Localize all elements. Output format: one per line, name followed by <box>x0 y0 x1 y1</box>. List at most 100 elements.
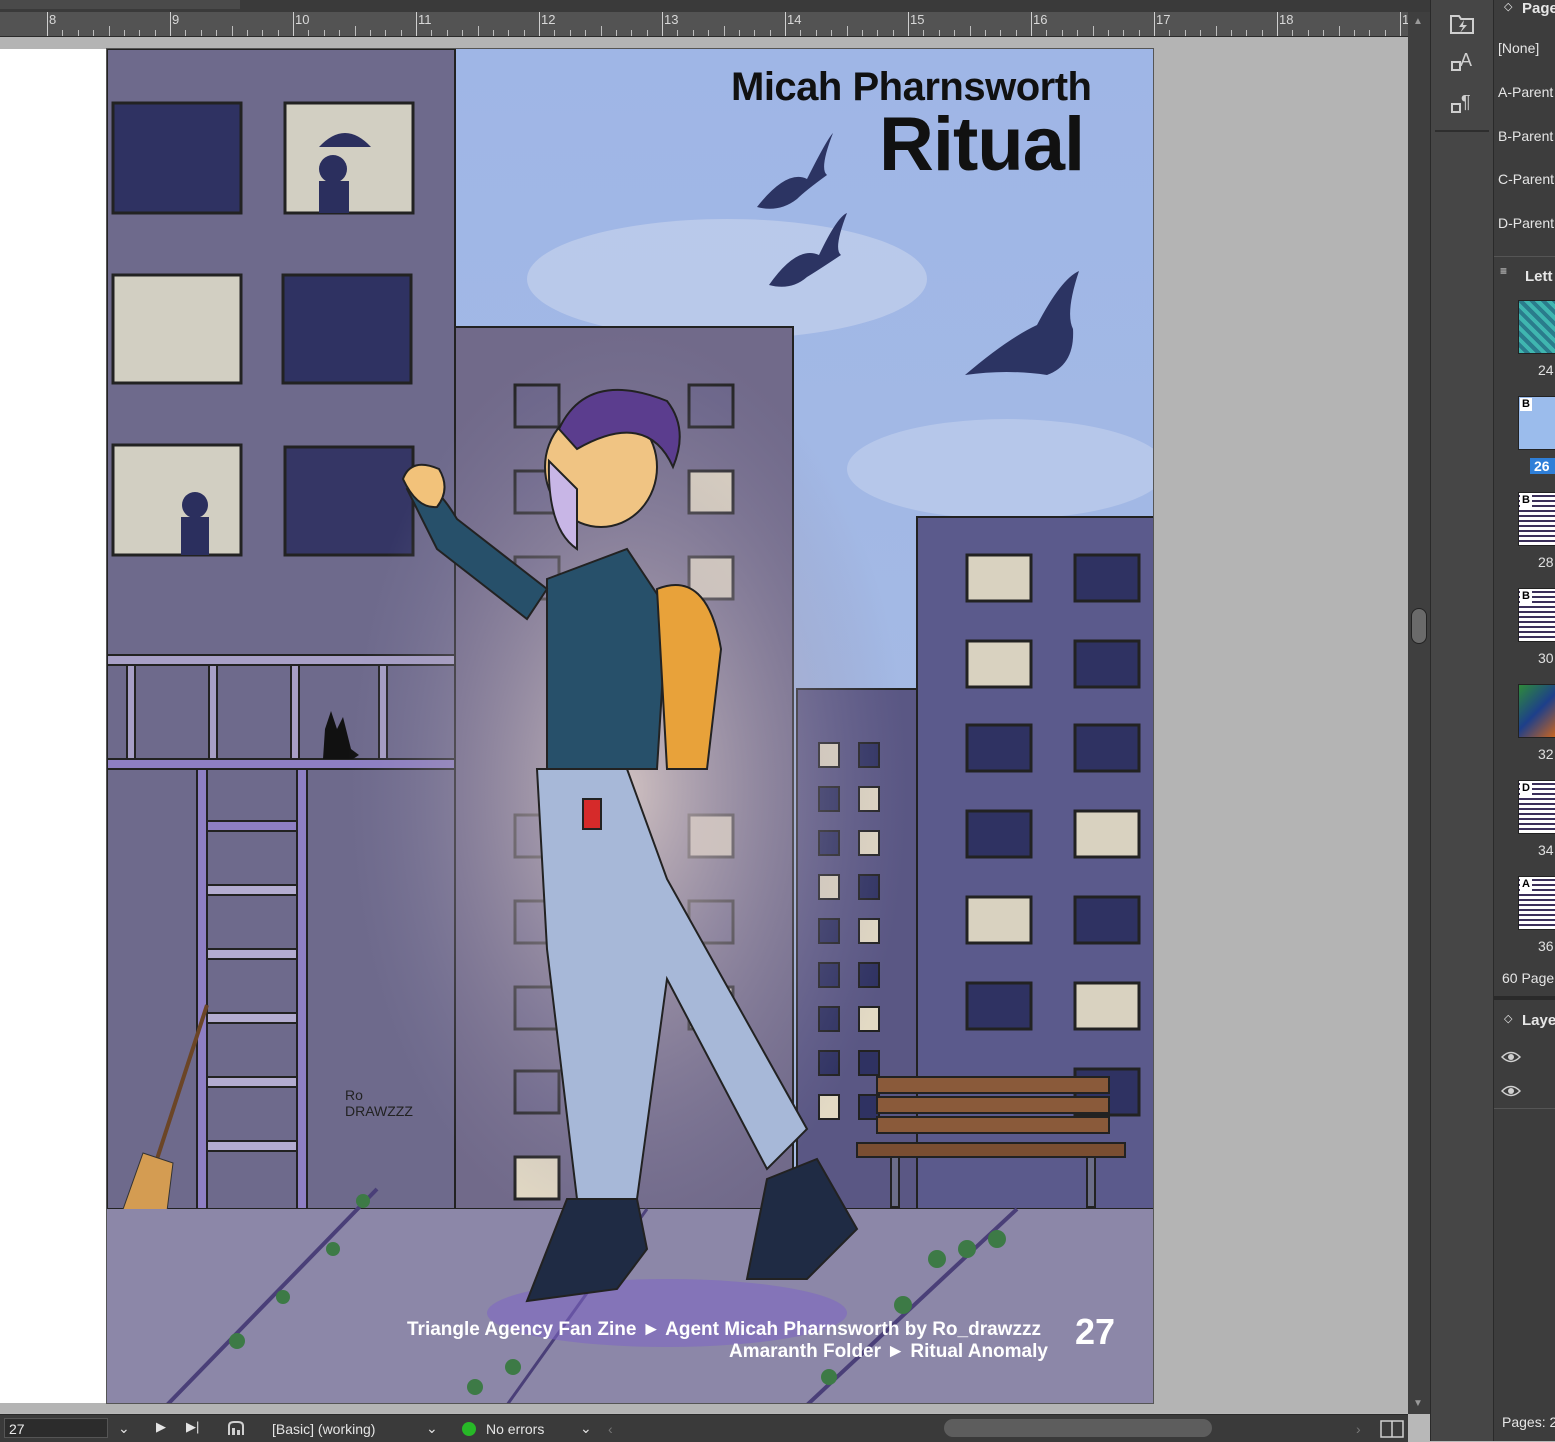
page-thumbnail[interactable]: B <box>1518 492 1555 546</box>
document-tab[interactable] <box>0 0 240 9</box>
ruler-major-tick <box>293 12 294 36</box>
ruler-minor-tick <box>738 30 740 36</box>
ruler-minor-tick <box>769 30 771 36</box>
scroll-down-icon[interactable]: ▼ <box>1413 1398 1423 1409</box>
parent-d[interactable]: D-Parent <box>1498 215 1554 231</box>
scroll-up-icon[interactable]: ▲ <box>1413 16 1423 27</box>
ruler-minor-tick <box>831 30 833 36</box>
ruler-minor-tick <box>554 30 556 36</box>
ruler-major-tick <box>785 12 786 36</box>
parent-a[interactable]: A-Parent <box>1498 84 1553 100</box>
preflight-status[interactable]: No errors <box>486 1421 544 1437</box>
pages-panel-title[interactable]: Page <box>1522 0 1555 17</box>
ruler-minor-tick <box>615 30 617 36</box>
ruler-minor-tick <box>246 30 248 36</box>
ruler-minor-tick <box>1107 30 1109 36</box>
ruler-minor-tick <box>123 30 125 36</box>
last-page-icon[interactable]: ▶| <box>186 1419 199 1435</box>
ruler-minor-tick <box>646 30 648 36</box>
ruler-minor-tick <box>1338 26 1340 36</box>
ruler-minor-tick <box>938 30 940 36</box>
eye-icon[interactable] <box>1501 1050 1521 1064</box>
page-number: 24 <box>1538 362 1554 378</box>
page-number-selected: 26 <box>1530 458 1555 474</box>
ruler-minor-tick <box>585 30 587 36</box>
ruler-major-tick <box>47 12 48 36</box>
parent-badge: D <box>1520 782 1532 795</box>
preflight-status-dot-icon <box>462 1422 476 1436</box>
scroll-right-icon[interactable]: › <box>1356 1421 1361 1437</box>
split-window-icon[interactable] <box>1380 1420 1404 1438</box>
ruler-minor-tick <box>508 30 510 36</box>
artist-signature: Ro DRAWZZZ <box>345 1087 413 1119</box>
ruler-minor-tick <box>308 30 310 36</box>
layers-panel-title[interactable]: Laye <box>1522 1012 1555 1029</box>
horizontal-ruler[interactable]: 8 9 10 11 12 13 14 15 16 17 18 1 <box>0 12 1409 37</box>
ruler-minor-tick <box>600 26 602 36</box>
page-number: 32 <box>1538 746 1554 762</box>
pages-panel: ◇ Page [None] A-Parent B-Parent C-Parent… <box>1493 0 1555 1441</box>
vertical-scroll-thumb[interactable] <box>1411 608 1427 644</box>
scroll-left-icon[interactable]: ‹ <box>608 1421 613 1437</box>
ruler-minor-tick <box>400 30 402 36</box>
ruler-minor-tick <box>262 30 264 36</box>
page-thumbnail[interactable]: B <box>1518 588 1555 642</box>
lightning-folder-icon[interactable] <box>1447 8 1477 38</box>
ruler-label: 17 <box>1156 12 1171 27</box>
horizontal-scroll-thumb[interactable] <box>944 1419 1212 1437</box>
paragraph-styles-icon[interactable]: ¶ <box>1447 90 1477 120</box>
page-thumbnail[interactable] <box>1518 684 1555 738</box>
parent-none[interactable]: [None] <box>1498 40 1539 56</box>
ruler-minor-tick <box>431 30 433 36</box>
ruler-minor-tick <box>77 30 79 36</box>
svg-text:¶: ¶ <box>1461 92 1471 112</box>
ruler-minor-tick <box>954 30 956 36</box>
page-dropdown-chevron-icon[interactable]: ⌄ <box>118 1420 130 1437</box>
ruler-minor-tick <box>93 30 95 36</box>
vertical-scrollbar[interactable]: ▲ ▼ <box>1408 12 1430 1414</box>
character-styles-icon[interactable]: A <box>1447 48 1477 78</box>
ruler-minor-tick <box>200 30 202 36</box>
open-page-icon[interactable] <box>226 1420 246 1438</box>
ruler-minor-tick <box>231 26 233 36</box>
ruler-minor-tick <box>277 30 279 36</box>
ruler-minor-tick <box>846 26 848 36</box>
ruler-label: 18 <box>1279 12 1294 27</box>
page-number: 36 <box>1538 938 1554 954</box>
page-thumbnail[interactable]: B <box>1518 396 1555 450</box>
eye-icon[interactable] <box>1501 1084 1521 1098</box>
collapse-toggle-icon[interactable]: ◇ <box>1504 0 1512 13</box>
preflight-profile[interactable]: [Basic] (working) <box>272 1421 375 1437</box>
parent-badge: B <box>1520 590 1532 603</box>
ruler-minor-tick <box>1046 30 1048 36</box>
panel-divider <box>1435 130 1489 132</box>
artwork-page[interactable]: Micah Pharnsworth Ritual Triangle Agency… <box>106 48 1154 1404</box>
ruler-minor-tick <box>1261 30 1263 36</box>
status-chevron-icon[interactable]: ⌄ <box>580 1420 592 1437</box>
ruler-major-tick <box>1277 12 1278 36</box>
next-page-icon[interactable]: ▶ <box>156 1419 166 1435</box>
profile-chevron-icon[interactable]: ⌄ <box>426 1420 438 1437</box>
parent-c[interactable]: C-Parent <box>1498 171 1554 187</box>
ruler-minor-tick <box>723 26 725 36</box>
status-bar: 27 ⌄ ▶ ▶| [Basic] (working) ⌄ No errors … <box>0 1414 1408 1442</box>
page-thumbnail[interactable]: A <box>1518 876 1555 930</box>
ruler-minor-tick <box>877 30 879 36</box>
page-thumbnail[interactable] <box>1518 300 1555 354</box>
ruler-minor-tick <box>569 30 571 36</box>
illustration <box>107 49 1153 1403</box>
page-number-field[interactable]: 27 <box>4 1418 108 1438</box>
ruler-minor-tick <box>477 26 479 36</box>
page-thumbnail[interactable]: D <box>1518 780 1555 834</box>
ruler-major-tick <box>539 12 540 36</box>
ruler-minor-tick <box>1323 30 1325 36</box>
ruler-major-tick <box>416 12 417 36</box>
ruler-minor-tick <box>923 30 925 36</box>
ruler-label: 16 <box>1033 12 1048 27</box>
ruler-minor-tick <box>1200 30 1202 36</box>
ruler-minor-tick <box>1000 30 1002 36</box>
parent-b[interactable]: B-Parent <box>1498 128 1553 144</box>
ruler-minor-tick <box>1307 30 1309 36</box>
collapse-toggle-icon[interactable]: ◇ <box>1504 1012 1512 1025</box>
ruler-minor-tick <box>692 30 694 36</box>
